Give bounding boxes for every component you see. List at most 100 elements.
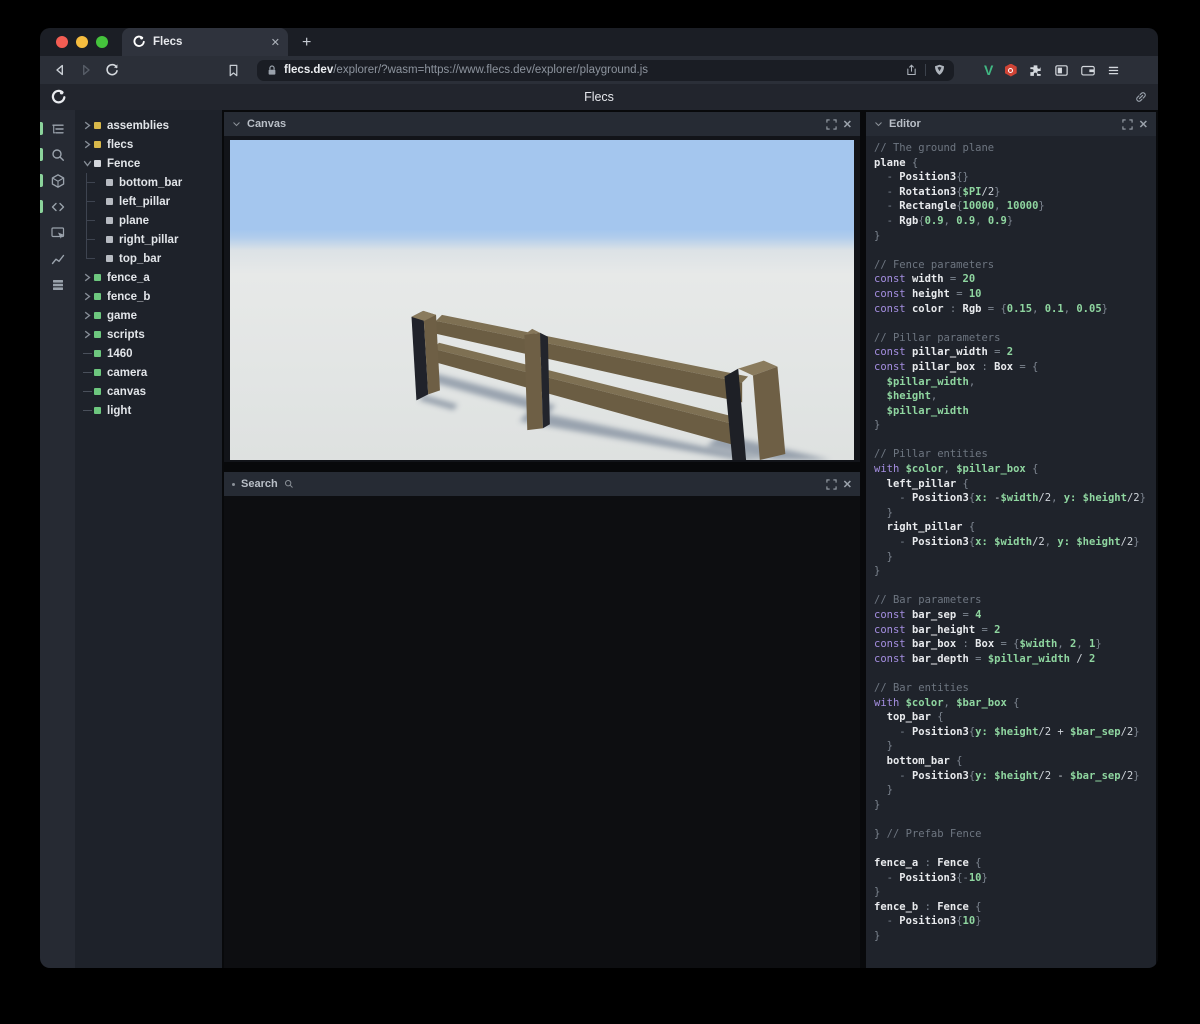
tree-connector [81,211,106,230]
code-line: } [874,229,881,242]
zoom-window-button[interactable] [96,36,108,48]
chart-icon [51,254,64,265]
code-line: fence_a : Fence { [874,857,982,870]
close-icon[interactable]: ✕ [843,118,852,131]
entity-color-square [94,407,101,414]
code-line: - Position3{x: $width/2, y: $height/2} [874,536,1140,549]
vue-devtools-icon[interactable]: V [984,62,993,78]
tree-item-1460[interactable]: 1460 [75,344,222,363]
traffic-lights [40,28,122,56]
brave-shield-icon[interactable] [933,63,946,77]
entity-color-square [106,236,113,243]
code-line: } [874,798,881,811]
entity-color-square [106,198,113,205]
tree-item-camera[interactable]: camera [75,363,222,382]
code-line: } [874,506,893,519]
chevron-expanded-icon[interactable] [81,154,94,173]
code-line: } [874,419,881,432]
fullscreen-icon[interactable] [1122,118,1133,130]
tree-item-Fence[interactable]: Fence [75,154,222,173]
code-line: const bar_depth = $pillar_width / 2 [874,652,1096,665]
tree-item-assemblies[interactable]: assemblies [75,116,222,135]
code-line: $pillar_width [874,404,969,417]
sidebar-cube-icon[interactable] [40,168,75,194]
side-panel-icon[interactable] [1054,63,1069,78]
code-line: } [874,565,881,578]
back-icon[interactable] [52,62,68,78]
chevron-collapsed-icon[interactable] [81,287,94,306]
entity-tree-panel: assemblies flecs Fence bottom_bar left_pilla… [75,110,222,968]
tree-item-game[interactable]: game [75,306,222,325]
sidebar-layers-icon[interactable] [40,272,75,298]
forward-icon[interactable] [78,62,94,78]
reload-icon[interactable] [104,62,120,78]
tree-item-canvas[interactable]: canvas [75,382,222,401]
extensions-puzzle-icon[interactable] [1028,63,1043,78]
sidebar-outline-tree-icon[interactable] [40,116,75,142]
menu-icon[interactable] [1107,64,1120,77]
tree-item-plane[interactable]: plane [75,211,222,230]
close-icon[interactable]: ✕ [843,478,852,491]
chevron-collapsed-icon[interactable] [81,268,94,287]
tree-item-label: right_pillar [119,233,179,246]
search-results-area[interactable] [224,496,860,968]
tree-item-label: fence_b [107,290,151,303]
code-line: $pillar_width, [874,375,976,388]
outline-tree-icon [51,124,64,134]
chevron-collapsed-icon[interactable] [81,116,94,135]
fullscreen-icon[interactable] [826,118,837,130]
tab-close-icon[interactable]: ✕ [271,36,280,49]
code-line: plane { [874,156,919,169]
tree-item-scripts[interactable]: scripts [75,325,222,344]
chevron-collapsed-icon[interactable] [81,306,94,325]
tree-item-fence_a[interactable]: fence_a [75,268,222,287]
chevron-collapsed-icon[interactable] [81,325,94,344]
share-icon[interactable] [905,63,918,77]
search-panel-header[interactable]: Search ✕ [224,472,860,496]
adblock-hexagon-icon[interactable] [1004,63,1017,77]
chevron-collapsed-icon[interactable] [81,135,94,154]
fullscreen-icon[interactable] [826,478,837,490]
tree-item-flecs[interactable]: flecs [75,135,222,154]
sidebar-chart-icon[interactable] [40,246,75,272]
tree-item-light[interactable]: light [75,401,222,420]
minimize-window-button[interactable] [76,36,88,48]
lock-icon [266,64,278,77]
tree-item-left_pillar[interactable]: left_pillar [75,192,222,211]
code-line: with $color, $bar_box { [874,696,1020,709]
entity-color-square [106,255,113,262]
code-editor[interactable]: // The ground plane plane { - Position3{}… [866,136,1156,968]
wallet-icon[interactable] [1080,63,1096,78]
tree-item-label: light [107,404,132,417]
tree-item-bottom_bar[interactable]: bottom_bar [75,173,222,192]
sidebar-inspector-icon[interactable] [40,220,75,246]
chevron-down-icon[interactable] [874,120,883,128]
address-bar[interactable]: flecs.dev/explorer/?wasm=https://www.fle… [257,59,954,81]
chevron-down-icon[interactable] [232,120,241,128]
code-line: // Bar parameters [874,594,982,607]
tree-item-top_bar[interactable]: top_bar [75,249,222,268]
close-icon[interactable]: ✕ [1139,118,1148,131]
sidebar-code-icon[interactable] [40,194,75,220]
tree-item-fence_b[interactable]: fence_b [75,287,222,306]
search-icon [284,479,294,489]
bookmark-icon[interactable] [226,63,241,78]
editor-panel-header[interactable]: Editor ✕ [866,112,1156,136]
tab-flecs[interactable]: Flecs ✕ [122,28,288,56]
tree-item-right_pillar[interactable]: right_pillar [75,230,222,249]
canvas-3d-viewport[interactable] [224,136,860,462]
code-line: - Rgb{0.9, 0.9, 0.9} [874,214,1014,227]
sidebar-search-icon[interactable] [40,142,75,168]
new-tab-button[interactable]: + [288,34,311,56]
canvas-panel-header[interactable]: Canvas ✕ [224,112,860,136]
close-window-button[interactable] [56,36,68,48]
code-line: - Position3{y: $height/2 + $bar_sep/2} [874,725,1140,738]
code-line: with $color, $pillar_box { [874,463,1039,476]
search-panel: Search ✕ [224,472,860,968]
divider [925,64,926,76]
code-line: const color : Rgb = {0.15, 0.1, 0.05} [874,302,1108,315]
collapsed-dot-icon[interactable] [232,482,235,486]
